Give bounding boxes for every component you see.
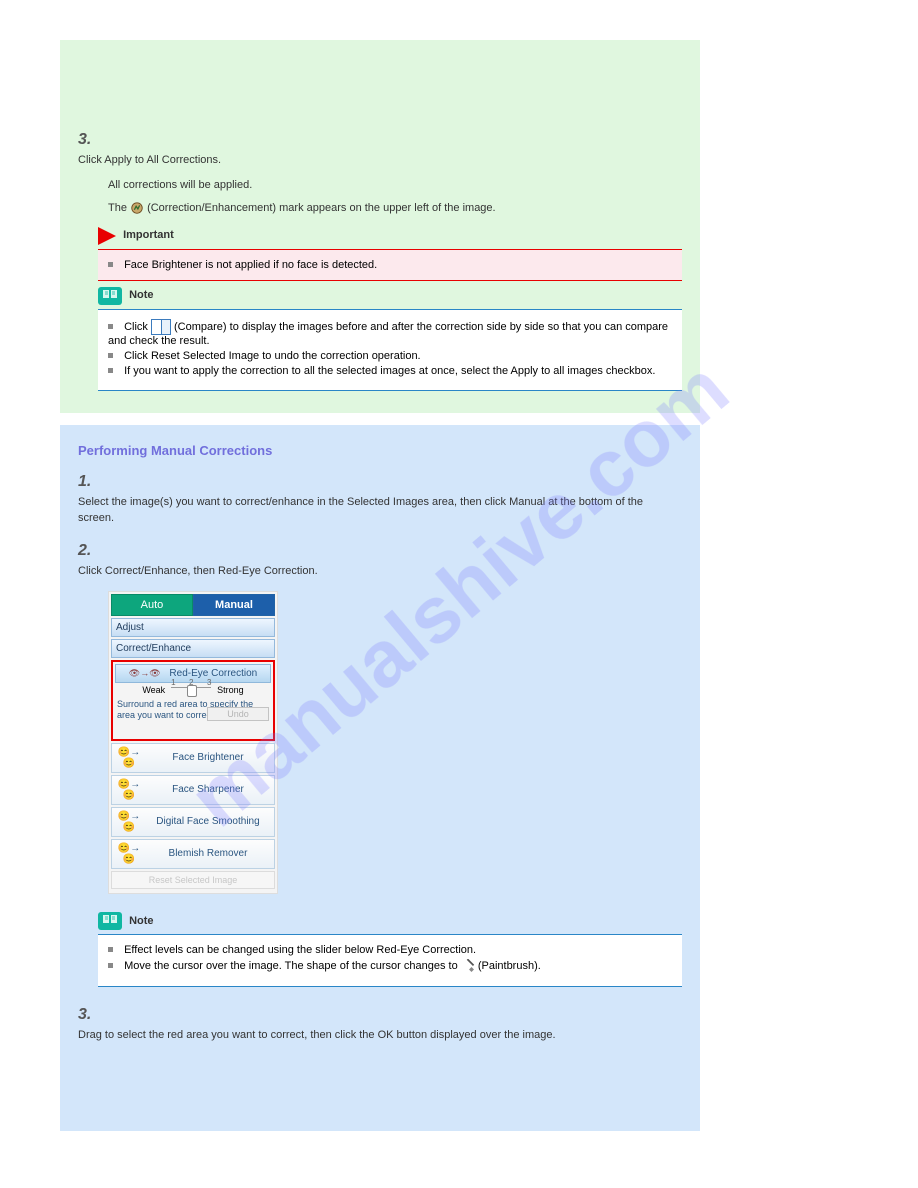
blue-note1-text: Effect levels can be changed using the s… bbox=[124, 944, 476, 956]
important-header: Important bbox=[98, 227, 682, 245]
undo-button[interactable]: Undo bbox=[207, 707, 269, 721]
step-3-blue: 3. Drag to select the red area you want … bbox=[78, 1003, 682, 1044]
note-box-green: Click (Compare) to display the images be… bbox=[98, 309, 682, 391]
row-correct-enhance[interactable]: Correct/Enhance bbox=[111, 639, 275, 658]
blue-note2-pre: Move the cursor over the image. The shap… bbox=[124, 960, 461, 972]
face-sharpener-button[interactable]: 😊→😊 Face Sharpener bbox=[111, 775, 275, 805]
digital-face-smoothing-button[interactable]: 😊→😊 Digital Face Smoothing bbox=[111, 807, 275, 837]
weak-label: Weak bbox=[142, 685, 165, 695]
sub2-post: (Correction/Enhancement) mark appears on… bbox=[147, 201, 496, 213]
flag-icon bbox=[98, 227, 116, 245]
step-number: 1. bbox=[78, 470, 108, 494]
note-item-1: Click (Compare) to display the images be… bbox=[108, 319, 672, 347]
face-brightener-button[interactable]: 😊→😊 Face Brightener bbox=[111, 743, 275, 773]
step-text: Click Correct/Enhance, then Red-Eye Corr… bbox=[78, 563, 678, 580]
step-3-sub2: The (Correction/Enhancement) mark appear… bbox=[108, 201, 682, 215]
bullet-icon bbox=[108, 324, 113, 329]
blue-title: Performing Manual Corrections bbox=[78, 443, 682, 458]
note-label: Note bbox=[129, 915, 153, 927]
step-text: Click Apply to All Corrections. bbox=[78, 152, 678, 169]
step-1-blue: 1. Select the image(s) you want to corre… bbox=[78, 470, 682, 527]
note-box-blue: Effect levels can be changed using the s… bbox=[98, 934, 682, 987]
book-icon bbox=[98, 287, 122, 305]
note-header-blue: Note bbox=[98, 912, 682, 930]
bullet-icon bbox=[108, 353, 113, 358]
blue-note-item-1: Effect levels can be changed using the s… bbox=[108, 944, 672, 956]
red-eye-group: 👁→👁 Red-Eye Correction Weak Strong Surro… bbox=[111, 660, 275, 741]
digital-face-smoothing-label: Digital Face Smoothing bbox=[144, 816, 272, 827]
tab-auto[interactable]: Auto bbox=[111, 594, 193, 616]
note-item-2: Click Reset Selected Image to undo the c… bbox=[108, 350, 672, 362]
important-item: Face Brightener is not applied if no fac… bbox=[108, 259, 672, 271]
paintbrush-icon bbox=[461, 959, 475, 973]
tab-manual[interactable]: Manual bbox=[193, 594, 275, 616]
note2-text: Click Reset Selected Image to undo the c… bbox=[124, 350, 421, 362]
note3-text: If you want to apply the correction to a… bbox=[124, 365, 655, 377]
important-box: Face Brightener is not applied if no fac… bbox=[98, 249, 682, 281]
important-label: Important bbox=[123, 229, 174, 241]
slider-row: Weak Strong bbox=[115, 683, 271, 697]
step-text: Select the image(s) you want to correct/… bbox=[78, 494, 678, 527]
panel-blue: Performing Manual Corrections 1. Select … bbox=[60, 425, 700, 1132]
face-brightener-label: Face Brightener bbox=[144, 752, 272, 763]
note-header-green: Note bbox=[98, 287, 682, 305]
red-eye-icon: 👁→👁 bbox=[129, 668, 161, 679]
compare-icon bbox=[151, 319, 171, 335]
bullet-icon bbox=[108, 963, 113, 968]
bullet-icon bbox=[108, 368, 113, 373]
step-text: Drag to select the red area you want to … bbox=[78, 1027, 678, 1044]
reset-selected-image-button[interactable]: Reset Selected Image bbox=[111, 871, 275, 889]
important-item-text: Face Brightener is not applied if no fac… bbox=[124, 259, 377, 271]
digital-face-smoothing-icon: 😊→😊 bbox=[114, 811, 144, 833]
note-item-3: If you want to apply the correction to a… bbox=[108, 365, 672, 377]
note1-pre: Click bbox=[124, 320, 151, 332]
panel-green: 3. Click Apply to All Corrections. All c… bbox=[60, 40, 700, 413]
step-3: 3. Click Apply to All Corrections. bbox=[78, 128, 682, 169]
step-number: 2. bbox=[78, 539, 108, 563]
row-adjust[interactable]: Adjust bbox=[111, 618, 275, 637]
bullet-icon bbox=[108, 262, 113, 267]
tabs: Auto Manual bbox=[111, 594, 275, 616]
note1-post: (Compare) to display the images before a… bbox=[108, 320, 668, 346]
blemish-remover-icon: 😊→😊 bbox=[114, 843, 144, 865]
blue-note-item-2: Move the cursor over the image. The shap… bbox=[108, 959, 672, 973]
bullet-icon bbox=[108, 947, 113, 952]
blemish-remover-label: Blemish Remover bbox=[144, 848, 272, 859]
step-number: 3. bbox=[78, 128, 108, 152]
step-2-blue: 2. Click Correct/Enhance, then Red-Eye C… bbox=[78, 539, 682, 580]
slider-knob[interactable] bbox=[187, 685, 197, 697]
face-brightener-icon: 😊→😊 bbox=[114, 747, 144, 769]
step-3-sub1: All corrections will be applied. bbox=[108, 179, 682, 191]
sub2-pre: The bbox=[108, 201, 130, 213]
face-sharpener-label: Face Sharpener bbox=[144, 784, 272, 795]
note-label: Note bbox=[129, 289, 153, 301]
step-number: 3. bbox=[78, 1003, 108, 1027]
blemish-remover-button[interactable]: 😊→😊 Blemish Remover bbox=[111, 839, 275, 869]
correct-enhance-panel: Auto Manual Adjust Correct/Enhance 👁→👁 R… bbox=[108, 591, 278, 894]
strong-label: Strong bbox=[217, 685, 244, 695]
blue-note2-post: (Paintbrush). bbox=[478, 960, 541, 972]
book-icon bbox=[98, 912, 122, 930]
face-sharpener-icon: 😊→😊 bbox=[114, 779, 144, 801]
correction-mark-icon bbox=[130, 201, 144, 215]
effect-slider[interactable] bbox=[171, 687, 211, 694]
